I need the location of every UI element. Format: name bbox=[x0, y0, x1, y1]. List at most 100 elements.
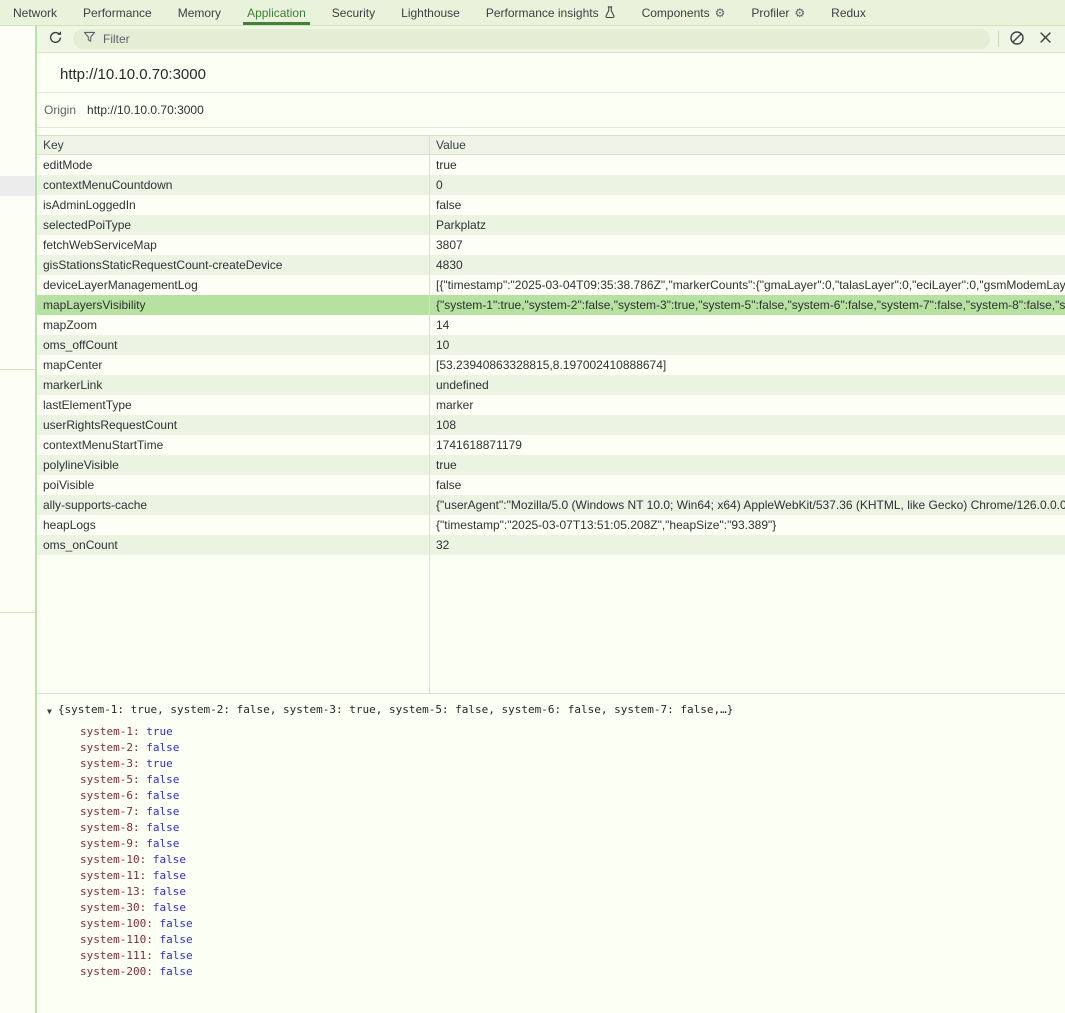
preview-entry-key: system-100: bbox=[80, 917, 153, 930]
value-cell: 10 bbox=[430, 335, 1065, 355]
preview-entry-key: system-3: bbox=[80, 757, 140, 770]
preview-entry: system-11: false bbox=[47, 868, 1061, 884]
key-cell: gisStationsStaticRequestCount-createDevi… bbox=[37, 255, 430, 275]
preview-entries: system-1: truesystem-2: falsesystem-3: t… bbox=[47, 724, 1061, 980]
tab-label: Performance bbox=[83, 6, 152, 20]
preview-entry-value: false bbox=[153, 885, 186, 898]
tab-redux[interactable]: Redux bbox=[818, 0, 879, 25]
value-column-header[interactable]: Value bbox=[430, 136, 1065, 154]
table-row[interactable]: oms_offCount10 bbox=[37, 335, 1065, 355]
table-row[interactable]: mapZoom14 bbox=[37, 315, 1065, 335]
tab-label: Performance insights bbox=[486, 6, 599, 20]
preview-entry: system-10: false bbox=[47, 852, 1061, 868]
table-row[interactable]: editModetrue bbox=[37, 155, 1065, 175]
tab-security[interactable]: Security bbox=[319, 0, 388, 25]
key-cell: polylineVisible bbox=[37, 455, 430, 475]
table-row[interactable]: contextMenuStartTime1741618871179 bbox=[37, 435, 1065, 455]
table-row[interactable]: gisStationsStaticRequestCount-createDevi… bbox=[37, 255, 1065, 275]
tab-performance-insights[interactable]: Performance insights bbox=[473, 0, 629, 25]
value-cell: 0 bbox=[430, 175, 1065, 195]
tab-performance[interactable]: Performance bbox=[70, 0, 165, 25]
clear-all-button[interactable] bbox=[1007, 29, 1027, 49]
devtools-tabbar: Network Performance Memory Application Secur… bbox=[0, 0, 1065, 26]
preview-entry: system-30: false bbox=[47, 900, 1061, 916]
value-cell: Parkplatz bbox=[430, 215, 1065, 235]
key-cell: mapZoom bbox=[37, 315, 430, 335]
tab-components[interactable]: Components⚙ bbox=[629, 0, 739, 25]
key-column-filler bbox=[37, 555, 430, 693]
preview-entry-key: system-5: bbox=[80, 773, 140, 786]
close-button[interactable] bbox=[1035, 29, 1055, 49]
app-panel-sidebar bbox=[0, 26, 37, 1013]
tab-label: Application bbox=[247, 6, 306, 20]
clear-all-icon bbox=[1009, 30, 1025, 49]
preview-entry-value: false bbox=[159, 933, 192, 946]
table-row[interactable]: lastElementTypemarker bbox=[37, 395, 1065, 415]
table-row[interactable]: contextMenuCountdown0 bbox=[37, 175, 1065, 195]
table-row[interactable]: userRightsRequestCount108 bbox=[37, 415, 1065, 435]
storage-content: http://10.10.0.70:3000 Origin http://10.… bbox=[37, 53, 1065, 1013]
preview-entry-value: false bbox=[159, 965, 192, 978]
key-cell: selectedPoiType bbox=[37, 215, 430, 235]
preview-entry: system-7: false bbox=[47, 804, 1061, 820]
preview-entry: system-13: false bbox=[47, 884, 1061, 900]
refresh-icon bbox=[48, 30, 63, 48]
expand-triangle-icon[interactable]: ▼ bbox=[47, 702, 58, 719]
key-column-header[interactable]: Key bbox=[37, 136, 430, 154]
table-row[interactable]: poiVisiblefalse bbox=[37, 475, 1065, 495]
preview-entry: system-200: false bbox=[47, 964, 1061, 980]
preview-entry-value: false bbox=[146, 741, 179, 754]
value-cell: 14 bbox=[430, 315, 1065, 335]
value-cell: false bbox=[430, 475, 1065, 495]
table-row[interactable]: oms_onCount32 bbox=[37, 535, 1065, 555]
table-row[interactable]: mapLayersVisibility{"system-1":true,"sys… bbox=[37, 295, 1065, 315]
preview-entry-key: system-11: bbox=[80, 869, 146, 882]
table-row[interactable]: isAdminLoggedInfalse bbox=[37, 195, 1065, 215]
preview-entry-key: system-8: bbox=[80, 821, 140, 834]
preview-summary-row[interactable]: ▼ {system-1: true, system-2: false, syst… bbox=[47, 702, 1061, 719]
value-cell: true bbox=[430, 455, 1065, 475]
value-preview-pane: ▼ {system-1: true, system-2: false, syst… bbox=[37, 693, 1065, 1013]
sidebar-selected-item[interactable] bbox=[0, 176, 35, 196]
tab-profiler[interactable]: Profiler⚙ bbox=[738, 0, 818, 25]
preview-entry-value: false bbox=[159, 917, 192, 930]
tab-application[interactable]: Application bbox=[234, 0, 319, 25]
value-cell: marker bbox=[430, 395, 1065, 415]
value-cell: false bbox=[430, 195, 1065, 215]
filter-input[interactable] bbox=[103, 32, 980, 46]
tab-lighthouse[interactable]: Lighthouse bbox=[388, 0, 473, 25]
table-row[interactable]: ally-supports-cache{"userAgent":"Mozilla… bbox=[37, 495, 1065, 515]
preview-entry-key: system-9: bbox=[80, 837, 140, 850]
value-cell: 1741618871179 bbox=[430, 435, 1065, 455]
preview-entry-value: false bbox=[153, 853, 186, 866]
preview-entry: system-6: false bbox=[47, 788, 1061, 804]
value-cell: [53.23940863328815,8.197002410888674] bbox=[430, 355, 1065, 375]
key-cell: fetchWebServiceMap bbox=[37, 235, 430, 255]
filter-box[interactable] bbox=[73, 29, 990, 49]
key-cell: isAdminLoggedIn bbox=[37, 195, 430, 215]
table-row[interactable]: polylineVisibletrue bbox=[37, 455, 1065, 475]
preview-entry-value: false bbox=[146, 821, 179, 834]
tab-network[interactable]: Network bbox=[0, 0, 70, 25]
preview-summary-text: {system-1: true, system-2: false, system… bbox=[58, 702, 734, 717]
key-cell: userRightsRequestCount bbox=[37, 415, 430, 435]
key-cell: mapLayersVisibility bbox=[37, 295, 430, 315]
spacer bbox=[37, 128, 1065, 135]
key-cell: contextMenuStartTime bbox=[37, 435, 430, 455]
refresh-button[interactable] bbox=[45, 29, 65, 49]
table-row[interactable]: heapLogs{"timestamp":"2025-03-07T13:51:0… bbox=[37, 515, 1065, 535]
table-row[interactable]: mapCenter[53.23940863328815,8.1970024108… bbox=[37, 355, 1065, 375]
sidebar-section-divider bbox=[0, 369, 35, 370]
table-row[interactable]: selectedPoiTypeParkplatz bbox=[37, 215, 1065, 235]
table-row[interactable]: fetchWebServiceMap3807 bbox=[37, 235, 1065, 255]
key-cell: markerLink bbox=[37, 375, 430, 395]
table-row[interactable]: markerLinkundefined bbox=[37, 375, 1065, 395]
key-cell: editMode bbox=[37, 155, 430, 175]
preview-entry-key: system-7: bbox=[80, 805, 140, 818]
preview-entry-key: system-10: bbox=[80, 853, 146, 866]
preview-entry-value: false bbox=[159, 949, 192, 962]
preview-entry-key: system-30: bbox=[80, 901, 146, 914]
table-row[interactable]: deviceLayerManagementLog[{"timestamp":"2… bbox=[37, 275, 1065, 295]
tab-memory[interactable]: Memory bbox=[165, 0, 234, 25]
gear-icon: ⚙ bbox=[794, 7, 805, 19]
